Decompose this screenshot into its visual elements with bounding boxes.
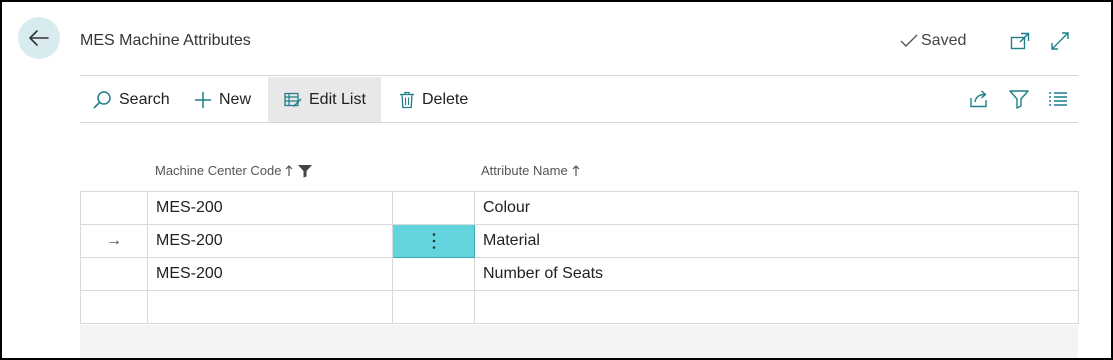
- attribute-name-cell[interactable]: [474, 290, 1079, 324]
- open-new-window-icon: [1010, 32, 1030, 50]
- search-label: Search: [119, 90, 170, 108]
- row-indicator: [80, 290, 148, 324]
- open-new-window-button[interactable]: [1008, 29, 1032, 53]
- row-indicator: [80, 191, 148, 225]
- machine-center-code-cell[interactable]: [147, 290, 393, 324]
- row-action-cell: [392, 290, 475, 324]
- saved-status: Saved: [900, 32, 966, 50]
- sort-ascending-icon: [286, 164, 293, 176]
- row-action-cell[interactable]: [392, 224, 475, 258]
- check-icon: [900, 34, 918, 47]
- page-title: MES Machine Attributes: [80, 32, 251, 49]
- attribute-name-cell[interactable]: Number of Seats: [474, 257, 1079, 291]
- delete-label: Delete: [422, 90, 469, 108]
- attribute-name-cell[interactable]: Colour: [474, 191, 1079, 225]
- row-indicator: [80, 257, 148, 291]
- attribute-name-cell[interactable]: Material: [474, 224, 1079, 258]
- row-indicator: →: [80, 224, 148, 258]
- header-divider: [80, 75, 1078, 76]
- new-label: New: [219, 90, 252, 108]
- trash-icon: [400, 91, 414, 108]
- sort-ascending-icon: [572, 164, 580, 176]
- edit-list-label: Edit List: [309, 90, 366, 108]
- plus-icon: [195, 91, 211, 108]
- share-icon: [970, 90, 987, 108]
- filter-icon: [1009, 90, 1029, 109]
- share-button[interactable]: [968, 88, 990, 110]
- table-row[interactable]: [80, 290, 1079, 324]
- search-icon: [93, 90, 111, 109]
- more-options-icon: [432, 233, 435, 249]
- delete-button[interactable]: Delete: [399, 77, 468, 122]
- row-action-cell: [392, 257, 475, 291]
- saved-label: Saved: [921, 32, 967, 49]
- expand-icon: [1051, 32, 1069, 50]
- new-button[interactable]: New: [194, 77, 251, 122]
- filter-button[interactable]: [1008, 88, 1030, 110]
- machine-center-code-cell[interactable]: MES-200: [147, 224, 393, 258]
- row-action-cell: [392, 191, 475, 225]
- search-button[interactable]: Search: [92, 77, 170, 122]
- table-row[interactable]: MES-200 Number of Seats: [80, 257, 1079, 291]
- expand-button[interactable]: [1048, 29, 1072, 53]
- edit-list-icon: [284, 92, 302, 107]
- machine-center-code-cell[interactable]: MES-200: [147, 257, 393, 291]
- column-header-machine-center-code[interactable]: Machine Center Code: [155, 163, 313, 178]
- toolbar-divider: [80, 122, 1078, 123]
- machine-center-code-cell[interactable]: MES-200: [147, 191, 393, 225]
- back-button[interactable]: [18, 17, 60, 59]
- column-header-attribute-name[interactable]: Attribute Name: [481, 163, 580, 178]
- list-view-button[interactable]: [1047, 88, 1069, 110]
- list-icon: [1049, 92, 1067, 106]
- column-label-machine-center-code: Machine Center Code: [155, 163, 282, 178]
- edit-list-button[interactable]: Edit List: [268, 77, 381, 122]
- filter-applied-icon: [298, 164, 313, 177]
- attributes-grid: MES-200 Colour → MES-200 Material MES-20…: [80, 191, 1079, 324]
- table-row[interactable]: → MES-200 Material: [80, 224, 1079, 258]
- table-row[interactable]: MES-200 Colour: [80, 191, 1079, 225]
- column-label-attribute-name: Attribute Name: [481, 163, 568, 178]
- grid-footer-area: [80, 325, 1078, 358]
- arrow-left-icon: [29, 30, 49, 46]
- row-actions-button[interactable]: [393, 225, 474, 257]
